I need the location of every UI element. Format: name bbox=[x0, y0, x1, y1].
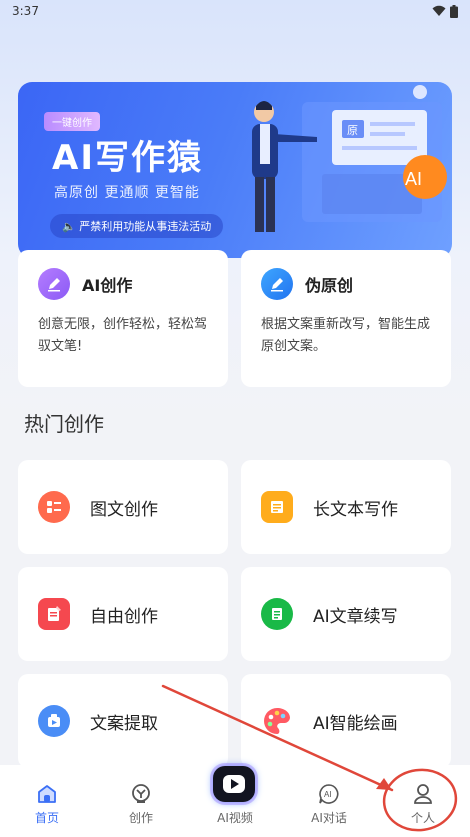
banner-subtitle: 高原创 更通顺 更智能 bbox=[54, 185, 200, 201]
status-time: 3:37 bbox=[12, 4, 39, 18]
grid-item-free-create[interactable]: 自由创作 bbox=[18, 567, 228, 661]
document-icon bbox=[261, 491, 293, 523]
original-badge-text: 原 bbox=[347, 124, 358, 137]
nav-create[interactable]: 创作 bbox=[101, 783, 181, 826]
nav-home[interactable]: 首页 bbox=[7, 783, 87, 826]
nav-home-label: 首页 bbox=[34, 811, 59, 825]
extract-icon bbox=[38, 705, 70, 737]
card-title: AI创作 bbox=[82, 276, 133, 295]
nav-chat[interactable]: AI AI对话 bbox=[289, 783, 369, 826]
battery-icon bbox=[450, 4, 458, 18]
nav-create-label: 创作 bbox=[128, 811, 153, 825]
nav-profile[interactable]: 个人 bbox=[383, 783, 463, 826]
banner-notice-text: 严禁利用功能从事违法活动 bbox=[79, 220, 212, 233]
speaker-icon: 🔈 bbox=[62, 220, 76, 233]
wifi-icon bbox=[432, 5, 446, 16]
edit-doc-icon bbox=[38, 598, 70, 630]
grid-item-continue-writing[interactable]: AI文章续写 bbox=[241, 567, 451, 661]
card-description: 创意无限，创作轻松，轻松驾驭文笔! bbox=[38, 317, 208, 354]
play-icon bbox=[223, 775, 245, 793]
grid-item-extract[interactable]: 文案提取 bbox=[18, 674, 228, 768]
ai-video-button[interactable] bbox=[213, 766, 255, 802]
grid-item-label: AI文章续写 bbox=[313, 606, 398, 627]
banner-notice: 🔈 严禁利用功能从事违法活动 bbox=[50, 214, 224, 238]
home-icon bbox=[38, 785, 56, 803]
grid-item-label: 长文本写作 bbox=[313, 499, 398, 520]
nav-chat-label: AI对话 bbox=[311, 811, 347, 825]
ai-create-card[interactable]: AI创作 创意无限，创作轻松，轻松驾驭文笔! bbox=[18, 250, 228, 387]
grid-item-long-text[interactable]: 长文本写作 bbox=[241, 460, 451, 554]
status-icons bbox=[432, 4, 458, 18]
pencil-icon bbox=[261, 268, 293, 300]
banner-tag: 一键创作 bbox=[44, 112, 100, 131]
create-icon bbox=[132, 784, 150, 803]
profile-icon bbox=[414, 784, 432, 804]
promo-banner[interactable]: AI 原 一键创作 AI写作猿 高原创 更通顺 更智能 🔈 严禁利用功能从事违法… bbox=[18, 82, 452, 258]
rewrite-card[interactable]: 伪原创 根据文案重新改写，智能生成原创文案。 bbox=[241, 250, 451, 387]
nav-video-label: AI视频 bbox=[217, 811, 253, 825]
chat-icon: AI bbox=[319, 784, 339, 804]
grid-item-label: AI智能绘画 bbox=[313, 713, 398, 734]
article-icon bbox=[261, 598, 293, 630]
grid-item-image-text[interactable]: 图文创作 bbox=[18, 460, 228, 554]
palette-icon bbox=[261, 705, 293, 737]
banner-title: AI写作猿 bbox=[52, 138, 203, 178]
image-text-icon bbox=[38, 491, 70, 523]
grid-item-label: 图文创作 bbox=[90, 499, 158, 520]
card-title: 伪原创 bbox=[305, 276, 354, 295]
status-bar: 3:37 bbox=[0, 0, 470, 22]
banner-illustration: AI 原 bbox=[252, 85, 447, 232]
pen-icon bbox=[38, 268, 70, 300]
section-title: 热门创作 bbox=[24, 412, 104, 436]
grid-item-label: 自由创作 bbox=[90, 606, 158, 627]
ai-badge-text: AI bbox=[405, 169, 422, 189]
svg-text:AI: AI bbox=[324, 790, 332, 799]
grid-item-label: 文案提取 bbox=[90, 713, 158, 734]
grid-item-ai-painting[interactable]: AI智能绘画 bbox=[241, 674, 451, 768]
nav-profile-label: 个人 bbox=[410, 811, 435, 825]
card-description: 根据文案重新改写，智能生成原创文案。 bbox=[261, 317, 431, 354]
